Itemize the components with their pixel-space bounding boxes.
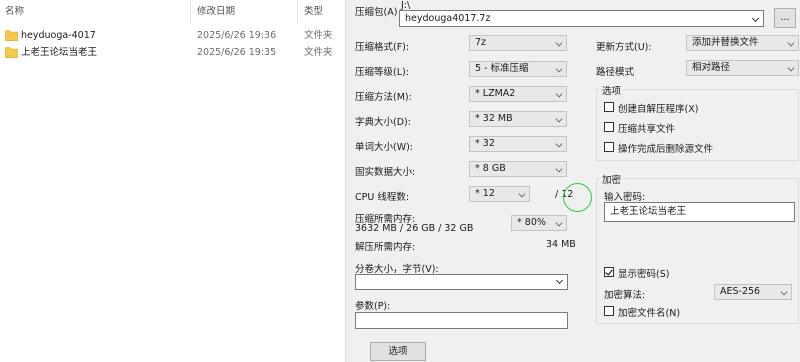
memory-info: 3632 MB / 26 GB / 32 GB — [355, 223, 474, 234]
chevron-down-icon — [555, 39, 563, 47]
file-row[interactable]: 上老王论坛当老王 2025/6/26 19:35 文件夹 — [0, 44, 340, 61]
archive-name-value: heydouga4017.7z — [405, 13, 491, 24]
method-select[interactable]: * LZMA2 — [469, 86, 567, 102]
folder-icon — [5, 30, 18, 41]
chevron-down-icon — [555, 165, 563, 173]
options-group-title: 选项 — [600, 83, 624, 97]
shared-files-label[interactable]: 压缩共享文件 — [618, 121, 675, 135]
column-divider[interactable] — [190, 0, 191, 24]
memory-percent-value: * 80% — [517, 217, 546, 228]
file-type: 文件夹 — [304, 30, 333, 41]
update-mode-label: 更新方式(U): — [596, 42, 652, 53]
file-date: 2025/6/26 19:35 — [197, 47, 277, 58]
encrypt-names-checkbox[interactable] — [604, 306, 614, 316]
level-select[interactable]: 5 - 标准压缩 — [469, 61, 567, 77]
word-size-select[interactable]: * 32 — [469, 136, 567, 152]
split-size-label: 分卷大小，字节(V): — [355, 264, 439, 275]
dictionary-label: 字典大小(D): — [355, 117, 411, 128]
word-size-label: 单词大小(W): — [355, 142, 414, 153]
solid-size-select[interactable]: * 8 GB — [469, 161, 567, 177]
path-mode-select[interactable]: 相对路径 — [686, 60, 799, 76]
chevron-down-icon — [518, 190, 526, 198]
update-mode-value: 添加并替换文件 — [692, 37, 759, 48]
archive-label: 压缩包(A) — [355, 7, 398, 18]
password-label: 输入密码: — [604, 192, 646, 203]
chevron-down-icon — [787, 64, 795, 72]
method-value: * LZMA2 — [475, 88, 516, 99]
browse-button[interactable]: ... — [774, 8, 796, 28]
chevron-down-icon — [555, 65, 563, 73]
chevron-down-icon — [555, 219, 563, 227]
file-explorer: 名称 修改日期 类型 heyduoga-4017 2025/6/26 19:36… — [0, 0, 340, 362]
format-label: 压缩格式(F): — [355, 42, 410, 53]
chevron-down-icon — [751, 14, 760, 23]
update-mode-select[interactable]: 添加并替换文件 — [686, 35, 799, 51]
file-row[interactable]: heyduoga-4017 2025/6/26 19:36 文件夹 — [0, 27, 340, 44]
level-label: 压缩等级(L): — [355, 67, 409, 78]
sfx-label[interactable]: 创建自解压程序(X) — [618, 101, 698, 115]
cpu-threads-value: * 12 — [475, 188, 495, 199]
sfx-checkbox[interactable] — [604, 102, 614, 112]
memory-percent-select[interactable]: * 80% — [511, 215, 567, 231]
column-header-date[interactable]: 修改日期 — [197, 0, 235, 24]
dictionary-select[interactable]: * 32 MB — [469, 111, 567, 127]
path-mode-value: 相对路径 — [692, 62, 731, 73]
dictionary-value: * 32 MB — [475, 113, 513, 124]
parameters-input[interactable] — [355, 312, 568, 329]
delete-after-checkbox[interactable] — [604, 142, 614, 152]
chevron-down-icon — [780, 288, 788, 296]
chevron-down-icon — [555, 90, 563, 98]
column-header-name[interactable]: 名称 — [5, 0, 24, 24]
chevron-down-icon — [555, 140, 563, 148]
show-password-checkbox[interactable] — [604, 267, 614, 277]
chevron-down-icon — [787, 39, 795, 47]
decompress-memory-value: 34 MB — [546, 239, 576, 250]
encryption-method-value: AES-256 — [720, 286, 761, 297]
encryption-group-title: 加密 — [600, 172, 624, 186]
file-name: 上老王论坛当老王 — [21, 47, 98, 58]
options-button[interactable]: 选项 — [370, 342, 426, 361]
encryption-method-select[interactable]: AES-256 — [714, 284, 792, 300]
encryption-method-label: 加密算法: — [604, 290, 646, 301]
file-date: 2025/6/26 19:36 — [197, 30, 277, 41]
split-size-combo[interactable] — [355, 274, 568, 290]
password-input[interactable]: 上老王论坛当老王 — [604, 202, 795, 222]
format-value: 7z — [475, 37, 487, 48]
column-divider[interactable] — [297, 0, 298, 24]
file-type: 文件夹 — [304, 47, 333, 58]
archive-name-combo[interactable]: heydouga4017.7z — [399, 10, 764, 27]
path-mode-label: 路径模式 — [596, 67, 635, 78]
solid-size-value: * 8 GB — [475, 163, 506, 174]
word-size-value: * 32 — [475, 138, 495, 149]
decompress-memory-label: 解压所需内存: — [355, 242, 416, 253]
cpu-threads-select[interactable]: * 12 — [469, 186, 530, 202]
encrypt-names-label[interactable]: 加密文件名(N) — [618, 305, 680, 319]
delete-after-label[interactable]: 操作完成后删除源文件 — [618, 141, 713, 155]
parameters-label: 参数(P): — [355, 301, 391, 312]
cursor-highlight-ring — [563, 183, 592, 212]
column-header-type[interactable]: 类型 — [304, 0, 323, 24]
solid-size-label: 固实数据大小: — [355, 167, 416, 178]
chevron-down-icon — [555, 276, 564, 285]
method-label: 压缩方法(M): — [355, 92, 412, 103]
shared-files-checkbox[interactable] — [604, 122, 614, 132]
show-password-label[interactable]: 显示密码(S) — [618, 266, 669, 280]
format-select[interactable]: 7z — [469, 35, 567, 51]
folder-icon — [5, 47, 18, 58]
cpu-threads-label: CPU 线程数: — [355, 192, 410, 203]
file-name: heyduoga-4017 — [21, 30, 96, 41]
chevron-down-icon — [555, 115, 563, 123]
level-value: 5 - 标准压缩 — [475, 63, 529, 74]
add-to-archive-dialog: 压缩包(A) J:\ heydouga4017.7z ... 压缩格式(F): … — [345, 0, 800, 362]
